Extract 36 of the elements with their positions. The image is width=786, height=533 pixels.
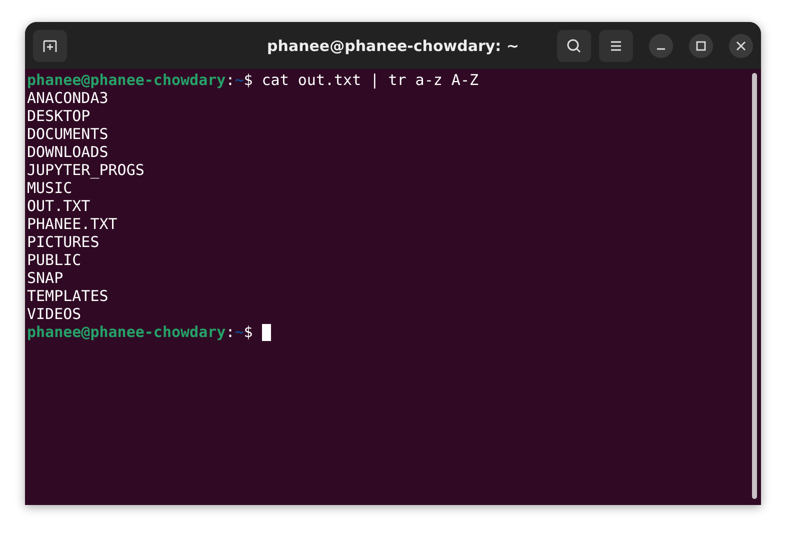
- close-button[interactable]: [729, 34, 753, 58]
- window-title: phanee@phanee-chowdary: ~: [267, 36, 519, 54]
- output-line: DOWNLOADS: [27, 143, 108, 161]
- minimize-button[interactable]: [649, 34, 673, 58]
- new-tab-icon: [42, 38, 58, 54]
- scrollbar[interactable]: [752, 73, 757, 499]
- output-line: PHANEE.TXT: [27, 215, 118, 233]
- new-tab-button[interactable]: [33, 30, 67, 62]
- prompt-path: ~: [234, 71, 244, 89]
- search-icon: [566, 38, 582, 54]
- output-line: TEMPLATES: [27, 287, 108, 305]
- close-icon: [736, 40, 746, 50]
- prompt-symbol: $: [244, 323, 253, 341]
- minimize-icon: [656, 48, 666, 50]
- prompt-user-host: phanee@phanee-chowdary: [27, 323, 226, 341]
- output-line: PICTURES: [27, 233, 100, 251]
- command-text: cat out.txt | tr a-z A-Z: [262, 71, 479, 89]
- output-line: PUBLIC: [27, 251, 82, 269]
- menu-icon: [609, 40, 623, 52]
- output-line: OUT.TXT: [27, 197, 90, 215]
- output-line: DESKTOP: [27, 107, 90, 125]
- prompt-separator: :: [226, 323, 235, 341]
- prompt-path: ~: [234, 323, 244, 341]
- output-line: MUSIC: [27, 179, 72, 197]
- prompt-user-host: phanee@phanee-chowdary: [27, 71, 226, 89]
- search-button[interactable]: [557, 30, 591, 62]
- output-line: DOCUMENTS: [27, 125, 108, 143]
- prompt-separator: :: [226, 71, 235, 89]
- output-line: ANACONDA3: [27, 89, 108, 107]
- menu-button[interactable]: [599, 30, 633, 62]
- output-line: JUPYTER_PROGS: [27, 161, 144, 179]
- output-line: SNAP: [27, 269, 64, 287]
- maximize-button[interactable]: [689, 34, 713, 58]
- prompt-symbol: $: [244, 71, 253, 89]
- maximize-icon: [696, 40, 706, 50]
- output-line: VIDEOS: [27, 305, 82, 323]
